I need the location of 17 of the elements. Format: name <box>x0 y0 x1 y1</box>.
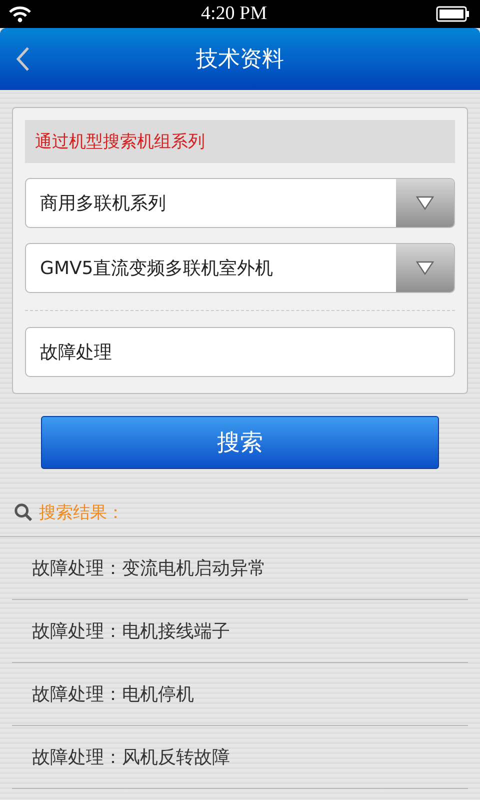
dropdown-arrow-icon <box>415 260 435 276</box>
search-button[interactable]: 搜索 <box>41 416 439 469</box>
result-item[interactable]: 故障处理：电机接线端子 <box>32 619 230 643</box>
result-item[interactable]: 故障处理：变流电机启动异常 <box>32 556 266 580</box>
dropdown-field[interactable]: GMV5直流变频多联机室外机 <box>25 243 455 293</box>
search-icon <box>14 503 33 522</box>
result-item[interactable]: 故障处理：电机停机 <box>32 682 194 706</box>
page-title: 技术资料 <box>196 46 284 74</box>
wifi-icon <box>8 5 32 23</box>
dropdown-field[interactable]: 商用多联机系列 <box>25 178 455 228</box>
battery-icon <box>436 6 470 22</box>
result-item[interactable]: 故障处理：风机反转故障 <box>32 745 230 769</box>
status-time: 4:20 PM <box>201 3 267 25</box>
results-heading: 搜索结果： <box>39 502 124 524</box>
keyword-field[interactable]: 故障处理 <box>25 327 455 377</box>
dropdown-arrow-icon <box>415 195 435 211</box>
section-heading: 通过机型搜索机组系列 <box>25 120 455 163</box>
